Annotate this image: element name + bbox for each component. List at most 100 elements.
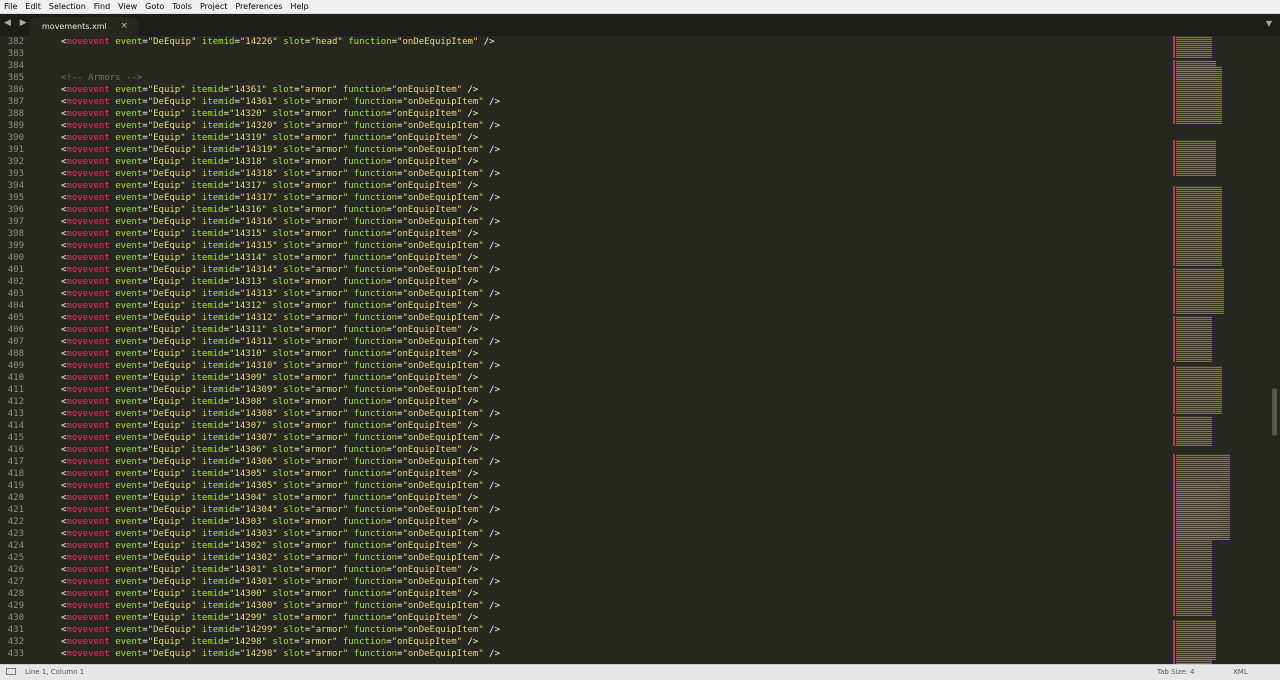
- attr-value: "14317": [229, 181, 267, 191]
- vertical-scrollbar[interactable]: [1270, 36, 1280, 664]
- attr-name: itemid: [201, 529, 235, 539]
- code-line[interactable]: 424 <movevent event="Equip" itemid="14302…: [0, 540, 1170, 552]
- attr-value: "onEquipItem": [391, 469, 463, 479]
- code-line[interactable]: 407 <movevent event="DeEquip" itemid="143…: [0, 336, 1170, 348]
- code-line[interactable]: 394 <movevent event="Equip" itemid="14317…: [0, 180, 1170, 192]
- code-line[interactable]: 428 <movevent event="Equip" itemid="14300…: [0, 588, 1170, 600]
- code-line[interactable]: 425 <movevent event="DeEquip" itemid="143…: [0, 552, 1170, 564]
- code-line[interactable]: 427 <movevent event="DeEquip" itemid="143…: [0, 576, 1170, 588]
- code-line[interactable]: 399 <movevent event="DeEquip" itemid="143…: [0, 240, 1170, 252]
- attr-name: slot: [283, 97, 305, 107]
- code-line[interactable]: 433 <movevent event="DeEquip" itemid="142…: [0, 648, 1170, 660]
- code-line[interactable]: 431 <movevent event="DeEquip" itemid="142…: [0, 624, 1170, 636]
- attr-name: itemid: [191, 541, 224, 551]
- code-line[interactable]: 385 <!-- Armors -->: [0, 72, 1170, 84]
- code-line[interactable]: 397 <movevent event="DeEquip" itemid="143…: [0, 216, 1170, 228]
- code-line[interactable]: 412 <movevent event="Equip" itemid="14308…: [0, 396, 1170, 408]
- code-line[interactable]: 398 <movevent event="Equip" itemid="14315…: [0, 228, 1170, 240]
- menu-item-selection[interactable]: Selection: [45, 0, 90, 13]
- line-number: 428: [7, 589, 24, 599]
- code-line[interactable]: 432 <movevent event="Equip" itemid="14298…: [0, 636, 1170, 648]
- minimap[interactable]: [1170, 36, 1270, 664]
- code-line[interactable]: 410 <movevent event="Equip" itemid="14309…: [0, 372, 1170, 384]
- code-line[interactable]: 404 <movevent event="Equip" itemid="14312…: [0, 300, 1170, 312]
- code-line[interactable]: 395 <movevent event="DeEquip" itemid="143…: [0, 192, 1170, 204]
- code-text: <movevent event="Equip" itemid="14319" s…: [61, 133, 479, 143]
- code-line[interactable]: 388 <movevent event="Equip" itemid="14320…: [0, 108, 1170, 120]
- code-line[interactable]: 401 <movevent event="DeEquip" itemid="143…: [0, 264, 1170, 276]
- code-line[interactable]: 383: [0, 48, 1170, 60]
- menu-item-preferences[interactable]: Preferences: [231, 0, 286, 13]
- code-line[interactable]: 389 <movevent event="DeEquip" itemid="143…: [0, 120, 1170, 132]
- attr-name: event: [115, 601, 143, 611]
- tab-size[interactable]: Tab Size: 4: [1157, 668, 1194, 676]
- code-line[interactable]: 400 <movevent event="Equip" itemid="14314…: [0, 252, 1170, 264]
- menu-item-file[interactable]: File: [0, 0, 21, 13]
- code-line[interactable]: 422 <movevent event="Equip" itemid="14303…: [0, 516, 1170, 528]
- minimap-marker: [1173, 36, 1175, 58]
- code-line[interactable]: 417 <movevent event="DeEquip" itemid="143…: [0, 456, 1170, 468]
- code-line[interactable]: 423 <movevent event="DeEquip" itemid="143…: [0, 528, 1170, 540]
- code-line[interactable]: 421 <movevent event="DeEquip" itemid="143…: [0, 504, 1170, 516]
- code-line[interactable]: 426 <movevent event="Equip" itemid="14301…: [0, 564, 1170, 576]
- code-line[interactable]: 390 <movevent event="Equip" itemid="14319…: [0, 132, 1170, 144]
- code-line[interactable]: 391 <movevent event="DeEquip" itemid="143…: [0, 144, 1170, 156]
- code-line[interactable]: 406 <movevent event="Equip" itemid="14311…: [0, 324, 1170, 336]
- menu-item-tools[interactable]: Tools: [168, 0, 196, 13]
- cursor-position[interactable]: Line 1, Column 1: [25, 668, 84, 676]
- code-line[interactable]: 387 <movevent event="DeEquip" itemid="143…: [0, 96, 1170, 108]
- tag-name: movevent: [66, 409, 110, 419]
- attr-name: slot: [272, 541, 295, 551]
- code-editor[interactable]: 382 <movevent event="DeEquip" itemid="142…: [0, 36, 1170, 664]
- menu-item-goto[interactable]: Goto: [141, 0, 168, 13]
- code-text: <movevent event="DeEquip" itemid="14304"…: [61, 505, 501, 515]
- line-number: 421: [7, 505, 24, 515]
- code-line[interactable]: 411 <movevent event="DeEquip" itemid="143…: [0, 384, 1170, 396]
- menu-item-help[interactable]: Help: [286, 0, 312, 13]
- code-text: <movevent event="DeEquip" itemid="14298"…: [61, 649, 501, 659]
- attr-name: slot: [283, 601, 305, 611]
- code-line[interactable]: 413 <movevent event="DeEquip" itemid="143…: [0, 408, 1170, 420]
- code-line[interactable]: 402 <movevent event="Equip" itemid="14313…: [0, 276, 1170, 288]
- minimap-block: [1176, 268, 1224, 314]
- attr-value: "14312": [229, 301, 267, 311]
- scrollbar-thumb[interactable]: [1272, 388, 1277, 436]
- code-line[interactable]: 409 <movevent event="DeEquip" itemid="143…: [0, 360, 1170, 372]
- code-line[interactable]: 419 <movevent event="DeEquip" itemid="143…: [0, 480, 1170, 492]
- menu-item-find[interactable]: Find: [90, 0, 114, 13]
- code-line[interactable]: 420 <movevent event="Equip" itemid="14304…: [0, 492, 1170, 504]
- code-line[interactable]: 429 <movevent event="DeEquip" itemid="143…: [0, 600, 1170, 612]
- minimap-block: [1176, 416, 1212, 446]
- menu-item-project[interactable]: Project: [196, 0, 231, 13]
- tab-movements-xml[interactable]: movements.xml ×: [30, 17, 138, 36]
- attr-value: "onEquipItem": [391, 301, 463, 311]
- code-line[interactable]: 430 <movevent event="Equip" itemid="14299…: [0, 612, 1170, 624]
- code-line[interactable]: 405 <movevent event="DeEquip" itemid="143…: [0, 312, 1170, 324]
- code-text: <movevent event="Equip" itemid="14303" s…: [61, 517, 479, 527]
- menu-item-view[interactable]: View: [114, 0, 141, 13]
- attr-name: itemid: [201, 241, 235, 251]
- attr-value: "armor": [299, 541, 338, 551]
- attr-name: function: [353, 169, 398, 179]
- attr-value: "14302": [229, 541, 267, 551]
- close-icon[interactable]: ×: [120, 17, 128, 36]
- menu-item-edit[interactable]: Edit: [21, 0, 45, 13]
- chevron-down-icon[interactable]: ▼: [1266, 19, 1272, 28]
- tab-nav-arrows-icon[interactable]: ◀ ▶: [4, 18, 30, 28]
- code-line[interactable]: 418 <movevent event="Equip" itemid="14305…: [0, 468, 1170, 480]
- code-line[interactable]: 416 <movevent event="Equip" itemid="14306…: [0, 444, 1170, 456]
- code-line[interactable]: 415 <movevent event="DeEquip" itemid="143…: [0, 432, 1170, 444]
- attr-name: function: [353, 97, 398, 107]
- attr-value: "onDeEquipItem": [402, 337, 484, 347]
- code-line[interactable]: 408 <movevent event="Equip" itemid="14310…: [0, 348, 1170, 360]
- code-line[interactable]: 386 <movevent event="Equip" itemid="14361…: [0, 84, 1170, 96]
- panel-toggle-icon[interactable]: [6, 668, 16, 675]
- code-line[interactable]: 382 <movevent event="DeEquip" itemid="142…: [0, 36, 1170, 48]
- code-line[interactable]: 393 <movevent event="DeEquip" itemid="143…: [0, 168, 1170, 180]
- code-line[interactable]: 414 <movevent event="Equip" itemid="14307…: [0, 420, 1170, 432]
- code-line[interactable]: 384: [0, 60, 1170, 72]
- syntax-mode[interactable]: XML: [1233, 668, 1248, 676]
- code-line[interactable]: 403 <movevent event="DeEquip" itemid="143…: [0, 288, 1170, 300]
- code-line[interactable]: 392 <movevent event="Equip" itemid="14318…: [0, 156, 1170, 168]
- code-line[interactable]: 396 <movevent event="Equip" itemid="14316…: [0, 204, 1170, 216]
